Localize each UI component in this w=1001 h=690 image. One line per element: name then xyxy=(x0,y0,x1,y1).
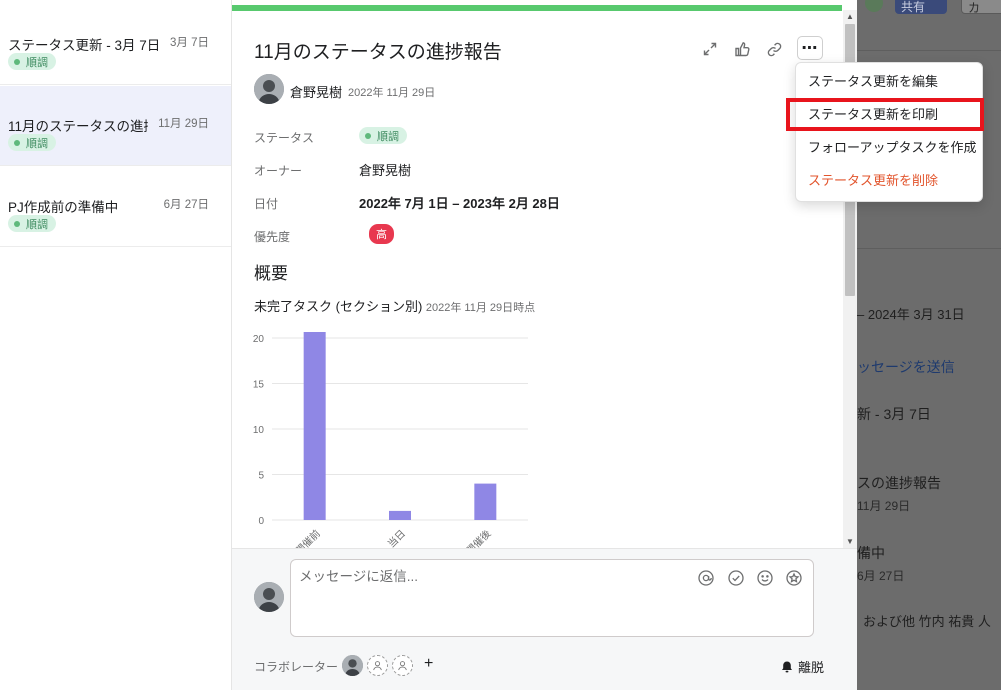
star-icon[interactable] xyxy=(785,569,803,587)
status-update-list: ステータス更新 - 3月 7日 3月 7日 順調 11月のステータスの進捗報告 … xyxy=(0,0,232,690)
list-item-date: 3月 7日 xyxy=(170,37,209,49)
scroll-down-icon[interactable]: ▼ xyxy=(846,537,854,546)
priority-badge[interactable]: 高 xyxy=(369,224,394,244)
author-date: 2022年 11月 29日 xyxy=(348,87,436,99)
date-field-value[interactable]: 2022年 7月 1日 – 2023年 2月 28日 xyxy=(359,193,560,212)
add-collaborator-button[interactable]: + xyxy=(424,655,433,673)
chart-y-tick-label: 15 xyxy=(253,380,265,391)
chart-y-tick-label: 10 xyxy=(253,425,265,436)
status-dot-icon xyxy=(14,58,20,65)
background-prep-date: 6月 27日 xyxy=(857,569,905,583)
collaborators-label: コラボレーター xyxy=(254,660,339,674)
status-badge[interactable]: 順調 xyxy=(359,127,407,144)
comment-composer: コラボレーター + 離脱 xyxy=(232,548,857,690)
background-progress-report: スの進捗報告 xyxy=(857,475,941,491)
reply-box[interactable] xyxy=(290,559,814,637)
status-dot-icon xyxy=(365,132,371,139)
status-field-label: ステータス xyxy=(254,131,315,145)
status-badge: 順調 xyxy=(8,53,56,70)
author-name[interactable]: 倉野晃樹 xyxy=(290,82,342,101)
status-dot-icon xyxy=(14,139,20,146)
background-date-range: – 2024年 3月 31日 xyxy=(857,307,965,322)
link-icon[interactable] xyxy=(763,38,785,60)
status-dot-icon xyxy=(14,220,20,227)
background-other-button: カ xyxy=(961,0,1001,15)
chart-as-of-date: 2022年 11月 29日時点 xyxy=(425,302,536,314)
expand-icon[interactable] xyxy=(699,38,721,60)
list-item-title: ステータス更新 - 3月 7日 xyxy=(8,38,158,53)
date-field-label: 日付 xyxy=(254,197,279,211)
chart-title: 未完了タスク (セクション別) 2022年 11月 29日時点 xyxy=(254,299,536,314)
priority-field-label: 優先度 xyxy=(254,230,291,244)
chart-y-tick-label: 20 xyxy=(253,334,265,345)
list-item-date: 11月 29日 xyxy=(158,118,209,130)
list-item-title: PJ作成前の準備中 xyxy=(8,200,119,215)
scroll-up-icon[interactable]: ▲ xyxy=(846,12,854,21)
list-item[interactable]: PJ作成前の準備中 6月 27日 順調 xyxy=(0,167,231,247)
status-color-bar xyxy=(232,5,842,11)
more-actions-menu: ステータス更新を編集 ステータス更新を印刷 フォローアップタスクを作成 ステータ… xyxy=(795,62,983,202)
background-divider xyxy=(857,248,1001,249)
list-item-date: 6月 27日 xyxy=(163,199,209,211)
chart-bar xyxy=(389,510,411,520)
menu-item-create-followup-task[interactable]: フォローアップタスクを作成 xyxy=(796,133,984,163)
chart-y-tick-label: 5 xyxy=(258,471,264,482)
background-avatar xyxy=(865,0,883,12)
bell-icon xyxy=(782,661,792,672)
more-actions-button[interactable]: ⋯ xyxy=(797,36,823,60)
menu-item-delete-status-update[interactable]: ステータス更新を削除 xyxy=(796,166,984,196)
list-item[interactable]: ステータス更新 - 3月 7日 3月 7日 順調 xyxy=(0,5,231,85)
status-badge: 順調 xyxy=(8,215,56,232)
background-progress-date: 11月 29日 xyxy=(857,499,911,513)
like-icon[interactable] xyxy=(731,38,753,60)
avatar xyxy=(254,582,284,612)
chart-x-tick-label: 当日 xyxy=(385,527,408,550)
overview-heading: 概要 xyxy=(254,264,288,283)
highlight-annotation-box xyxy=(786,98,984,131)
background-share-button: 共有 xyxy=(895,0,947,14)
emoji-icon[interactable] xyxy=(756,569,774,587)
incomplete-tasks-chart: 0 5 10 15 20 開催前 当日 開催後 xyxy=(253,332,528,550)
list-item-title: 11月のステータスの進捗報告 xyxy=(8,119,148,134)
chart-bar xyxy=(474,483,497,520)
leave-button[interactable]: 離脱 xyxy=(780,657,824,676)
background-divider xyxy=(857,50,1001,51)
reply-input[interactable] xyxy=(299,569,679,584)
background-status-update: 新 - 3月 7日 xyxy=(857,406,931,422)
chart-x-tick-label: 開催前 xyxy=(292,527,322,550)
list-item[interactable]: 11月のステータスの進捗報告 11月 29日 順調 xyxy=(0,86,231,166)
owner-field-value[interactable]: 倉野晃樹 xyxy=(359,160,411,179)
avatar xyxy=(254,74,284,104)
menu-item-edit-status-update[interactable]: ステータス更新を編集 xyxy=(796,67,984,97)
page-title: 11月のステータスの進捗報告 xyxy=(254,42,502,63)
chart-y-tick-label: 0 xyxy=(258,516,264,527)
background-prep: 備中 xyxy=(857,545,885,561)
empty-collaborator-icon[interactable] xyxy=(367,655,388,676)
status-badge: 順調 xyxy=(8,134,56,151)
empty-collaborator-icon[interactable] xyxy=(392,655,413,676)
status-detail-panel: ▲ ▼ 11月のステータスの進捗報告 ⋯ 倉野晃樹 2022年 11月 29日 … xyxy=(232,0,857,690)
mention-icon[interactable] xyxy=(697,569,715,587)
collaborator-avatar[interactable] xyxy=(342,655,363,676)
owner-field-label: オーナー xyxy=(254,164,303,178)
chart-x-tick-label: 開催後 xyxy=(463,527,493,550)
background-members: および他 竹内 祐貴 人 xyxy=(863,614,991,629)
chart-bar xyxy=(303,332,326,520)
background-send-message: ッセージを送信 xyxy=(857,359,955,375)
task-check-icon[interactable] xyxy=(727,569,745,587)
